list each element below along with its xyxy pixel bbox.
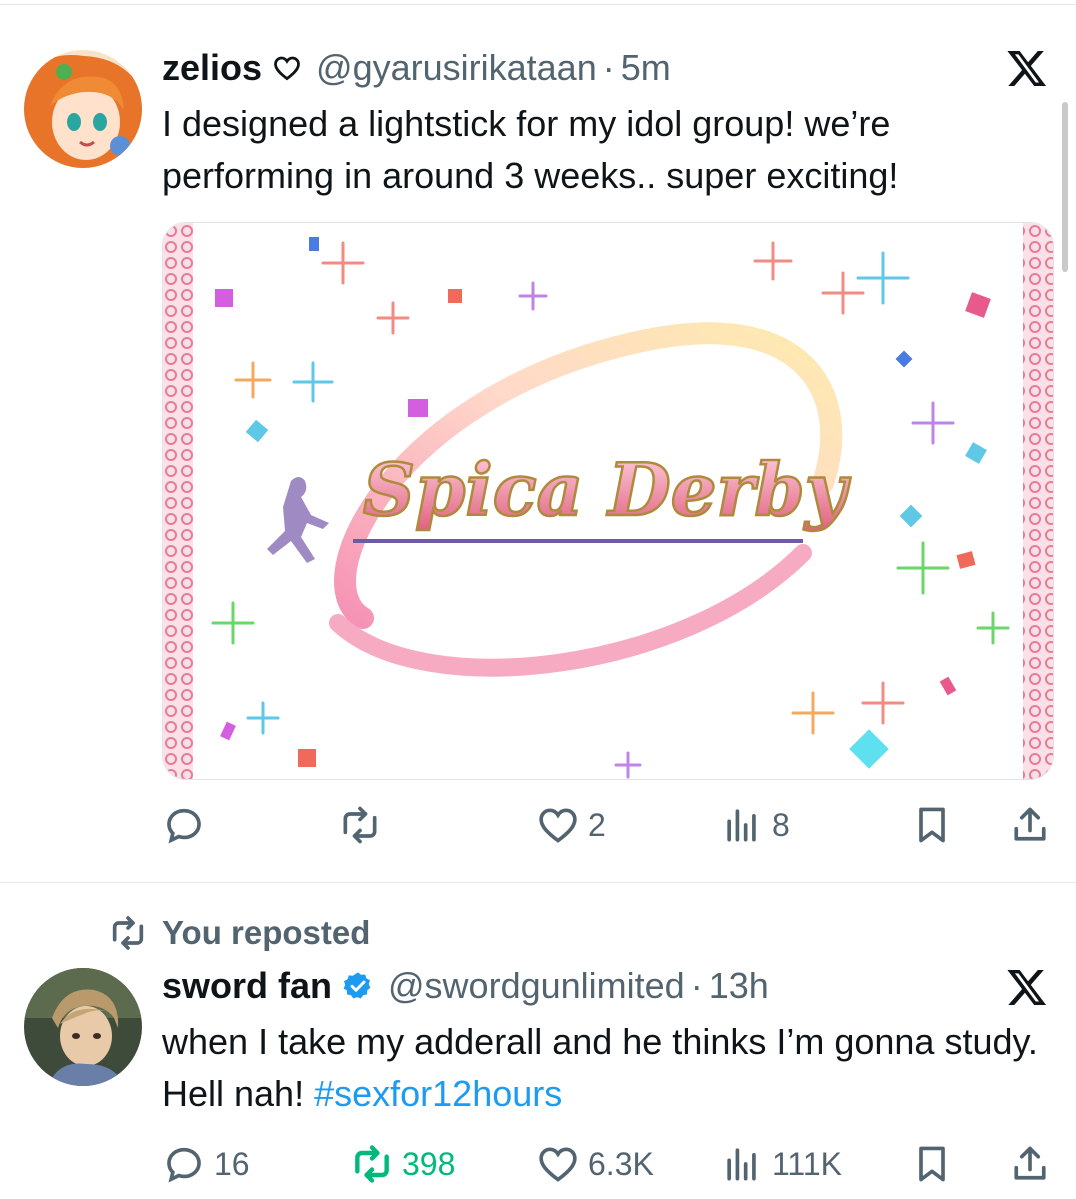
repost-button[interactable] (338, 800, 390, 850)
reply-icon (167, 808, 201, 844)
hashtag-link[interactable]: #sexfor12hours (314, 1073, 562, 1114)
separator-dot: · (690, 965, 703, 1006)
author-name[interactable]: zelios (162, 47, 262, 89)
post-actions: 16 398 6.3K 111K (162, 1139, 1052, 1189)
repost-button[interactable]: 398 (350, 1139, 455, 1189)
repost-icon (343, 806, 377, 844)
repost-label[interactable]: You reposted (162, 914, 370, 952)
post-text: when I take my adderall and he thinks I’… (162, 1016, 1042, 1120)
share-icon (1014, 807, 1046, 841)
anime-boy-avatar-image (24, 968, 142, 1086)
share-button[interactable] (1008, 1139, 1052, 1189)
anime-girl-avatar-image (24, 50, 142, 168)
reply-icon (167, 1147, 201, 1183)
repost-icon (112, 916, 144, 950)
post-divider (0, 882, 1076, 883)
views-button[interactable]: 8 (720, 800, 790, 850)
avatar[interactable] (24, 50, 142, 168)
post-header: sword fan @swordgunlimited · 13h (162, 964, 769, 1008)
like-button[interactable]: 6.3K (536, 1139, 654, 1189)
bookmark-icon (919, 807, 945, 843)
like-count: 2 (588, 806, 606, 843)
post-image[interactable]: Spica Derby (162, 222, 1054, 780)
analytics-icon (727, 1148, 756, 1181)
repost-icon (355, 1145, 389, 1183)
bookmark-button[interactable] (910, 1139, 954, 1189)
views-button[interactable]: 111K (720, 1139, 842, 1189)
x-logo-icon[interactable] (1006, 966, 1048, 1008)
spica-derby-artwork: Spica Derby (163, 223, 1053, 779)
share-icon (1014, 1146, 1046, 1180)
repost-count: 398 (402, 1145, 456, 1182)
image-title-text: Spica Derby (363, 447, 851, 532)
heart-icon (539, 1147, 577, 1182)
post-time[interactable]: 5m (621, 47, 671, 89)
heart-icon (539, 808, 577, 843)
post-text-main: when I take my adderall and he thinks I’… (162, 1021, 1038, 1114)
post-time[interactable]: 13h (709, 965, 769, 1007)
author-handle[interactable]: @swordgunlimited (388, 965, 685, 1007)
verified-badge-icon (342, 970, 374, 1002)
heart-badge-icon (272, 53, 302, 83)
separator-dot: · (602, 47, 615, 88)
like-button[interactable]: 2 (536, 800, 606, 850)
top-divider (0, 4, 1076, 5)
post-header: zelios @gyarusirikataan · 5m (162, 46, 671, 90)
reply-button[interactable] (162, 800, 214, 850)
scrollbar[interactable] (1062, 102, 1068, 272)
bookmark-icon (919, 1146, 945, 1182)
repost-indicator: You reposted (108, 912, 370, 954)
share-button[interactable] (1008, 800, 1052, 850)
views-count: 111K (772, 1145, 842, 1182)
post-text: I designed a lightstick for my idol grou… (162, 103, 899, 196)
analytics-icon (727, 809, 756, 842)
avatar[interactable] (24, 968, 142, 1086)
reply-count: 16 (214, 1145, 250, 1182)
like-count: 6.3K (588, 1145, 654, 1182)
reply-button[interactable]: 16 (162, 1139, 250, 1189)
post-actions: 2 8 (162, 800, 1052, 850)
views-count: 8 (772, 806, 790, 843)
bookmark-button[interactable] (910, 800, 954, 850)
author-handle[interactable]: @gyarusirikataan (316, 47, 597, 89)
x-logo-icon[interactable] (1006, 47, 1048, 89)
author-name[interactable]: sword fan (162, 965, 332, 1007)
